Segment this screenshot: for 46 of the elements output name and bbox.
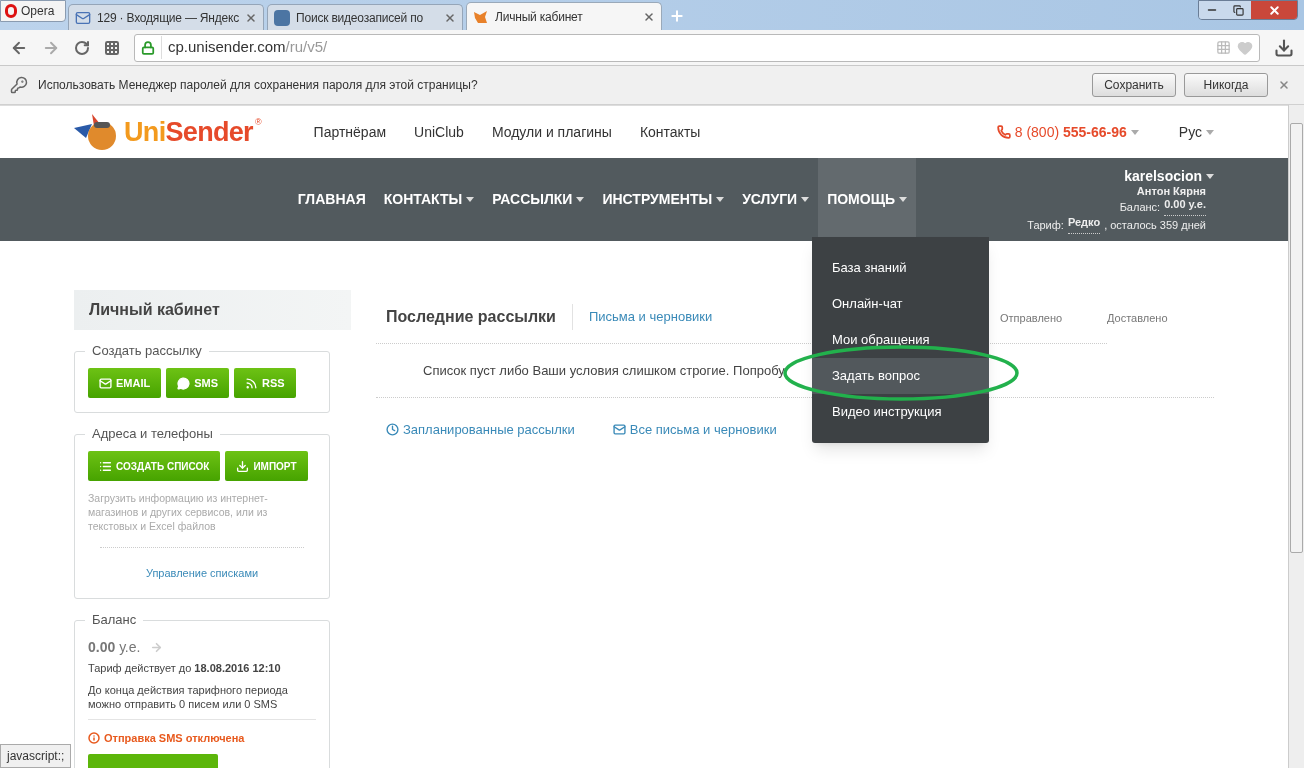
sms-disabled-warning: Отправка SMS отключена (104, 730, 245, 746)
phone-number[interactable]: 8 (800) 555-66-96 (1014, 121, 1127, 143)
column-header: Отправлено (1000, 311, 1063, 324)
dropdown-item[interactable]: База знаний (812, 250, 989, 286)
column-header: Доставлено (1107, 311, 1168, 324)
drafts-tab-link[interactable]: Письма и черновики (588, 306, 713, 327)
header-link[interactable]: Контакты (639, 121, 701, 143)
sidebar-title: Личный кабинет (74, 290, 351, 330)
sending-limit-note: До конца действия тарифного периода можно отправить 0 писем или 0 SMS (88, 682, 289, 711)
tab-title: Личный кабинет (495, 8, 584, 26)
user-name: Антон Кярня (1136, 184, 1206, 198)
manage-lists-link[interactable]: Управление списками (145, 567, 259, 579)
language-selector[interactable]: Рус (1178, 121, 1202, 143)
balance-label: Баланс: (1119, 200, 1161, 215)
tab-title: Поиск видеозаписей по (296, 9, 424, 27)
footer-link[interactable]: Все письма и черновики (612, 420, 777, 440)
header-link[interactable]: Партнёрам (313, 121, 387, 143)
tariff-label: Тариф: (1027, 218, 1064, 233)
status-bar: javascript:; (0, 744, 72, 768)
prompt-button[interactable]: Никогда (1184, 73, 1268, 97)
browser-tab[interactable]: Личный кабинет (466, 2, 662, 30)
import-hint: Загрузить информацию из интернет-магазинов и других сервисов, или из текстовых и Excel файлов (88, 491, 269, 533)
empty-list-message: Список пуст либо Ваши условия слишком строгие. Попробу (423, 361, 785, 380)
dropdown-item[interactable]: Видео инструкция (812, 394, 989, 430)
opera-menu-button[interactable]: Opera (0, 0, 66, 22)
footer-link[interactable]: Запланированные рассылки (386, 420, 575, 440)
logo-text: UniSender (124, 115, 253, 149)
tariff-remaining: , осталось 359 дней (1104, 218, 1206, 233)
dropdown-item[interactable]: Онлайн-чат (812, 286, 989, 322)
tariff-link[interactable]: Редко (1067, 216, 1101, 234)
header-link[interactable]: Модули и плагины (491, 121, 612, 143)
header-link[interactable]: UniClub (414, 121, 464, 143)
password-prompt: Использовать Менеджер паролей для сохранения пароля для этой страницы? (38, 77, 479, 94)
tab-title: 129 · Входящие — Яндекс (97, 9, 239, 27)
dropdown-item[interactable]: Мои обращения (812, 322, 989, 358)
balance-link[interactable]: 0.00 у.е. (1164, 198, 1206, 216)
dropdown-item[interactable]: Задать вопрос (812, 358, 989, 394)
section-title: Последние рассылки (386, 306, 556, 327)
user-login[interactable]: karelsocion (1124, 168, 1214, 184)
registered-mark: ® (254, 116, 262, 129)
tariff-expiry: Тариф действует до 18.08.2016 12:10 (88, 661, 282, 676)
prompt-button[interactable]: Сохранить (1092, 73, 1176, 97)
browser-tab[interactable]: 129 · Входящие — Яндекс (68, 4, 264, 30)
browser-tab[interactable]: Поиск видеозаписей по (267, 4, 463, 30)
balance-amount: 0.00 у.е. (88, 638, 141, 657)
url-text: cp.unisender.com/ru/v5/ (161, 36, 328, 59)
